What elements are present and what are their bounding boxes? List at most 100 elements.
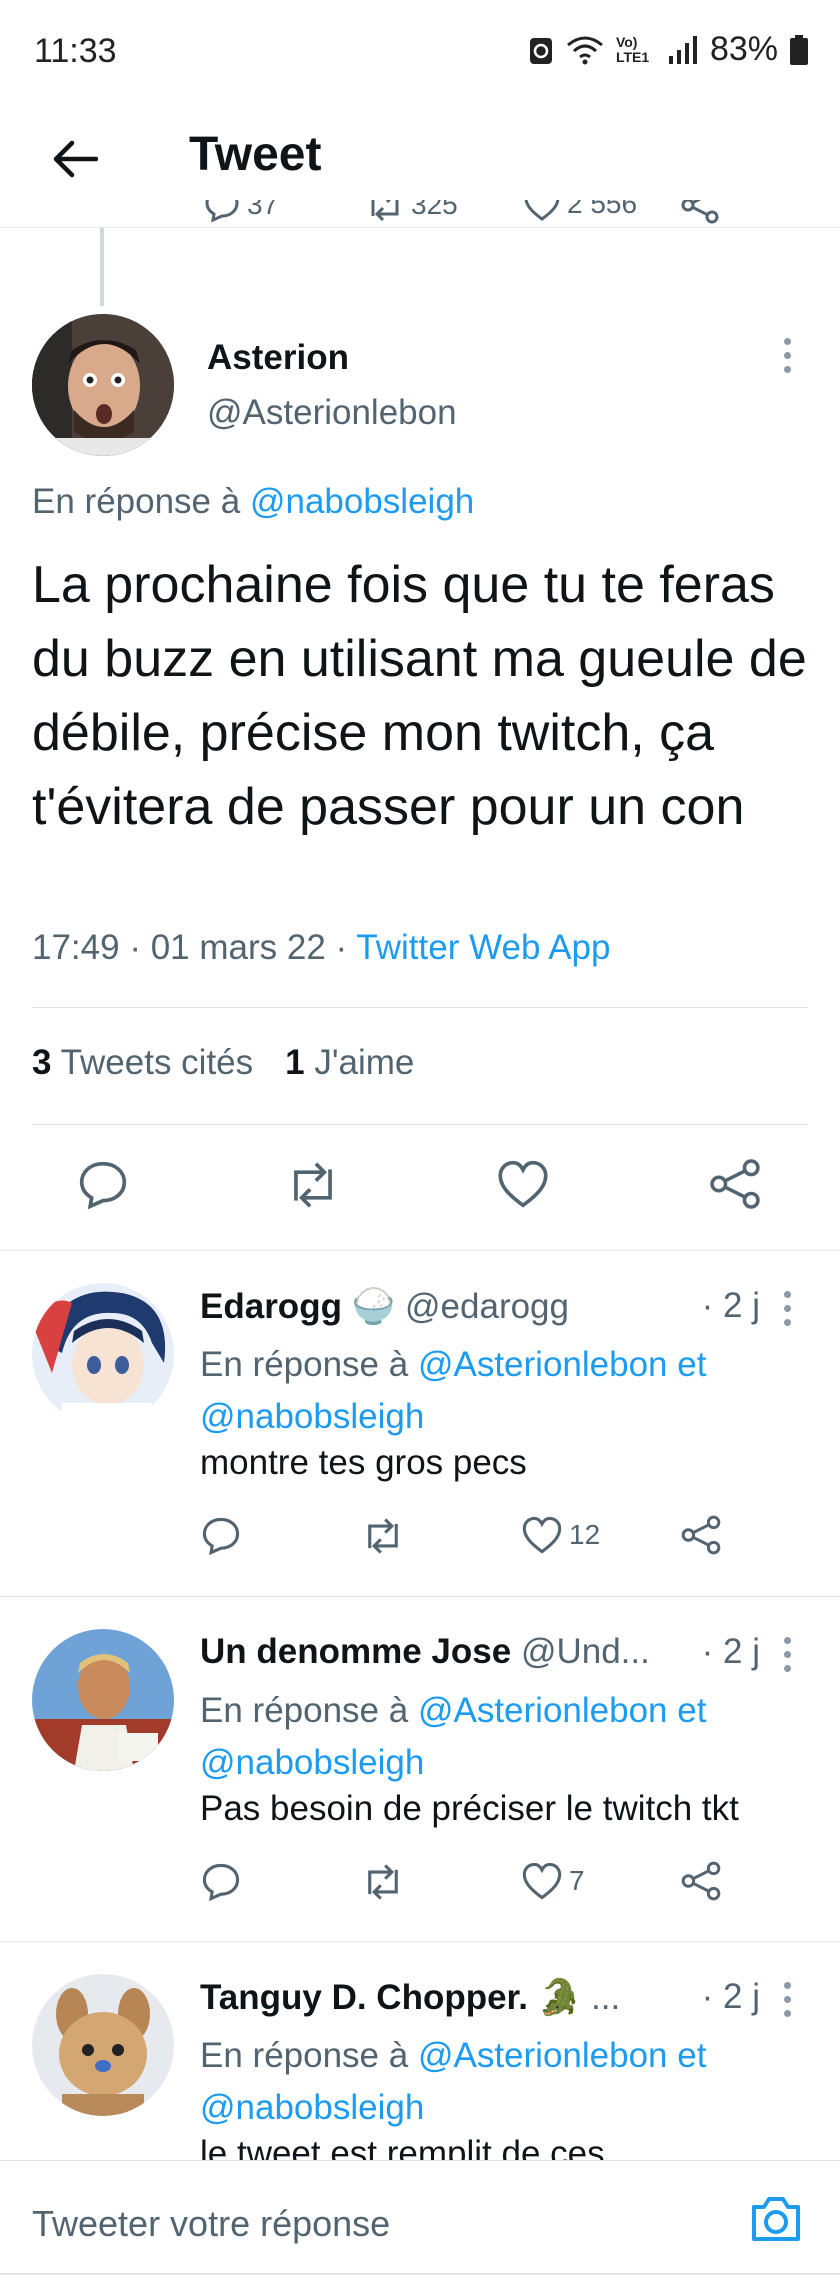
likes-stat[interactable]: 1 J'aime — [285, 1043, 414, 1083]
previous-tweet-actions: 37 325 2 556 — [0, 200, 840, 228]
tweet-source-link[interactable]: Twitter Web App — [356, 928, 610, 967]
retweet-icon — [368, 1864, 398, 1900]
reply-author-handle[interactable]: @Und... — [521, 1632, 650, 1671]
share-button[interactable] — [708, 1158, 762, 1210]
previous-like-action[interactable]: 2 556 — [523, 200, 637, 222]
reply-compose-bar: Tweeter votre réponse — [0, 2160, 840, 2289]
status-bar: 11:33 Vo) LTE1 83% — [0, 0, 840, 105]
like-count: 1 — [285, 1043, 305, 1082]
reply-button[interactable] — [76, 1158, 130, 1212]
signal-icon — [668, 35, 697, 64]
divider — [32, 1124, 808, 1125]
like-count: 7 — [569, 1865, 585, 1896]
status-time: 11:33 — [34, 32, 117, 70]
retweet-button[interactable] — [360, 1515, 406, 1557]
previous-like-count: 2 556 — [567, 200, 638, 219]
reply-button[interactable] — [200, 1861, 242, 1903]
reply-target-link[interactable]: @nabobsleigh — [250, 482, 474, 521]
tweet-stats: 3 Tweets cités 1 J'aime — [32, 1043, 414, 1083]
reply-more-options[interactable] — [782, 1637, 792, 1672]
recycle-notification-icon — [529, 37, 552, 64]
like-count: 12 — [569, 1519, 601, 1550]
reply-avatar[interactable] — [32, 1629, 174, 1771]
avatar-image — [32, 1283, 174, 1425]
reply-time: · 2 j — [701, 1632, 760, 1671]
author-avatar[interactable] — [32, 314, 174, 456]
reply-author-emoji: 🐊 ... — [537, 1978, 621, 2017]
previous-share-action[interactable] — [680, 200, 720, 224]
reply-prefix: En réponse à — [32, 482, 241, 521]
reply-context: En réponse à @Asterionlebon et @nabobsle… — [200, 1685, 800, 1789]
reply-context: En réponse à @Asterionlebon et @nabobsle… — [200, 1339, 800, 1443]
reply-avatar[interactable] — [32, 1283, 174, 1425]
reply-time: · 2 j — [701, 1977, 760, 2016]
reply-target-link[interactable]: @Asterionlebon et — [418, 1345, 706, 1384]
reply-tweet[interactable]: Un denomme Jose @Und... · 2 j En réponse… — [0, 1597, 840, 1937]
reply-target-link[interactable]: @nabobsleigh — [200, 2088, 424, 2127]
reply-tweet[interactable]: Tanguy D. Chopper. 🐊 ... · 2 j En répons… — [0, 1942, 840, 2160]
camera-button[interactable] — [748, 2193, 804, 2250]
retweet-button[interactable] — [360, 1861, 406, 1903]
avatar-image — [32, 1629, 174, 1771]
reply-avatar[interactable] — [32, 1974, 174, 2116]
quote-count: 3 — [32, 1043, 52, 1082]
thread-line — [100, 228, 104, 306]
reply-button[interactable] — [200, 1515, 242, 1557]
reply-target-link[interactable]: @Asterionlebon et — [418, 2036, 706, 2075]
share-icon — [681, 1861, 721, 1901]
tweet-date: 01 mars 22 — [150, 928, 326, 967]
compose-underline — [0, 2273, 840, 2275]
quote-label: Tweets cités — [60, 1043, 254, 1082]
author-handle[interactable]: @Asterionlebon — [207, 393, 457, 433]
previous-reply-action[interactable]: 37 — [203, 200, 278, 224]
reply-header: Tanguy D. Chopper. 🐊 ... — [200, 1977, 620, 2018]
reply-more-options[interactable] — [782, 1982, 792, 2017]
reply-author-handle[interactable]: @edarogg — [405, 1287, 569, 1326]
reply-author-name[interactable]: Tanguy D. Chopper. — [200, 1978, 528, 2017]
like-button[interactable]: 7 — [521, 1861, 585, 1901]
previous-reply-count: 37 — [247, 200, 279, 220]
previous-retweet-count: 325 — [411, 200, 458, 220]
share-icon — [710, 1159, 760, 1209]
reply-context: En réponse à @Asterionlebon et @nabobsle… — [200, 2030, 800, 2134]
reply-target-link[interactable]: @Asterionlebon et — [418, 1691, 706, 1730]
reply-context: En réponse à @nabobsleigh — [32, 482, 474, 522]
retweet-icon — [368, 1518, 398, 1554]
reply-header: Edarogg 🍚 @edarogg — [200, 1286, 569, 1327]
avatar-photo — [32, 314, 174, 456]
reply-prefix: En réponse à — [200, 1691, 409, 1730]
heart-icon — [524, 200, 560, 221]
share-icon — [681, 1515, 721, 1555]
reply-icon — [202, 1863, 240, 1902]
reply-tweet[interactable]: Edarogg 🍚 @edarogg · 2 j En réponse à @A… — [0, 1251, 840, 1591]
like-button[interactable]: 12 — [521, 1515, 600, 1555]
arrow-left-icon — [53, 140, 98, 178]
reply-target-link[interactable]: @nabobsleigh — [200, 1397, 424, 1436]
back-button[interactable] — [44, 129, 104, 189]
reply-author-name[interactable]: Un denomme Jose — [200, 1632, 511, 1671]
quote-tweets-stat[interactable]: 3 Tweets cités — [32, 1043, 253, 1083]
retweet-icon — [294, 1162, 332, 1208]
share-button[interactable] — [680, 1861, 722, 1901]
reply-text: montre tes gros pecs — [200, 1443, 527, 1482]
avatar-image — [32, 1974, 174, 2116]
previous-retweet-action[interactable]: 325 — [365, 200, 458, 224]
reply-input[interactable]: Tweeter votre réponse — [32, 2203, 390, 2245]
camera-icon — [752, 2197, 800, 2241]
reply-time: · 2 j — [701, 1286, 760, 1325]
share-icon — [681, 200, 719, 224]
tweet-more-options[interactable] — [782, 338, 792, 373]
volte-indicator: Vo) LTE1 — [615, 33, 650, 65]
reply-target-link[interactable]: @nabobsleigh — [200, 1743, 424, 1782]
share-button[interactable] — [680, 1515, 722, 1555]
tweet-meta: 17:49 · 01 mars 22 · Twitter Web App — [32, 928, 611, 967]
reply-icon — [202, 1517, 240, 1556]
reply-author-name[interactable]: Edarogg — [200, 1287, 342, 1326]
author-name[interactable]: Asterion — [207, 338, 349, 378]
reply-more-options[interactable] — [782, 1291, 792, 1326]
like-button[interactable] — [496, 1158, 550, 1210]
retweet-button[interactable] — [284, 1158, 342, 1212]
battery-percent: 83% — [709, 30, 778, 68]
heart-icon — [498, 1160, 548, 1208]
reply-icon — [205, 200, 239, 223]
